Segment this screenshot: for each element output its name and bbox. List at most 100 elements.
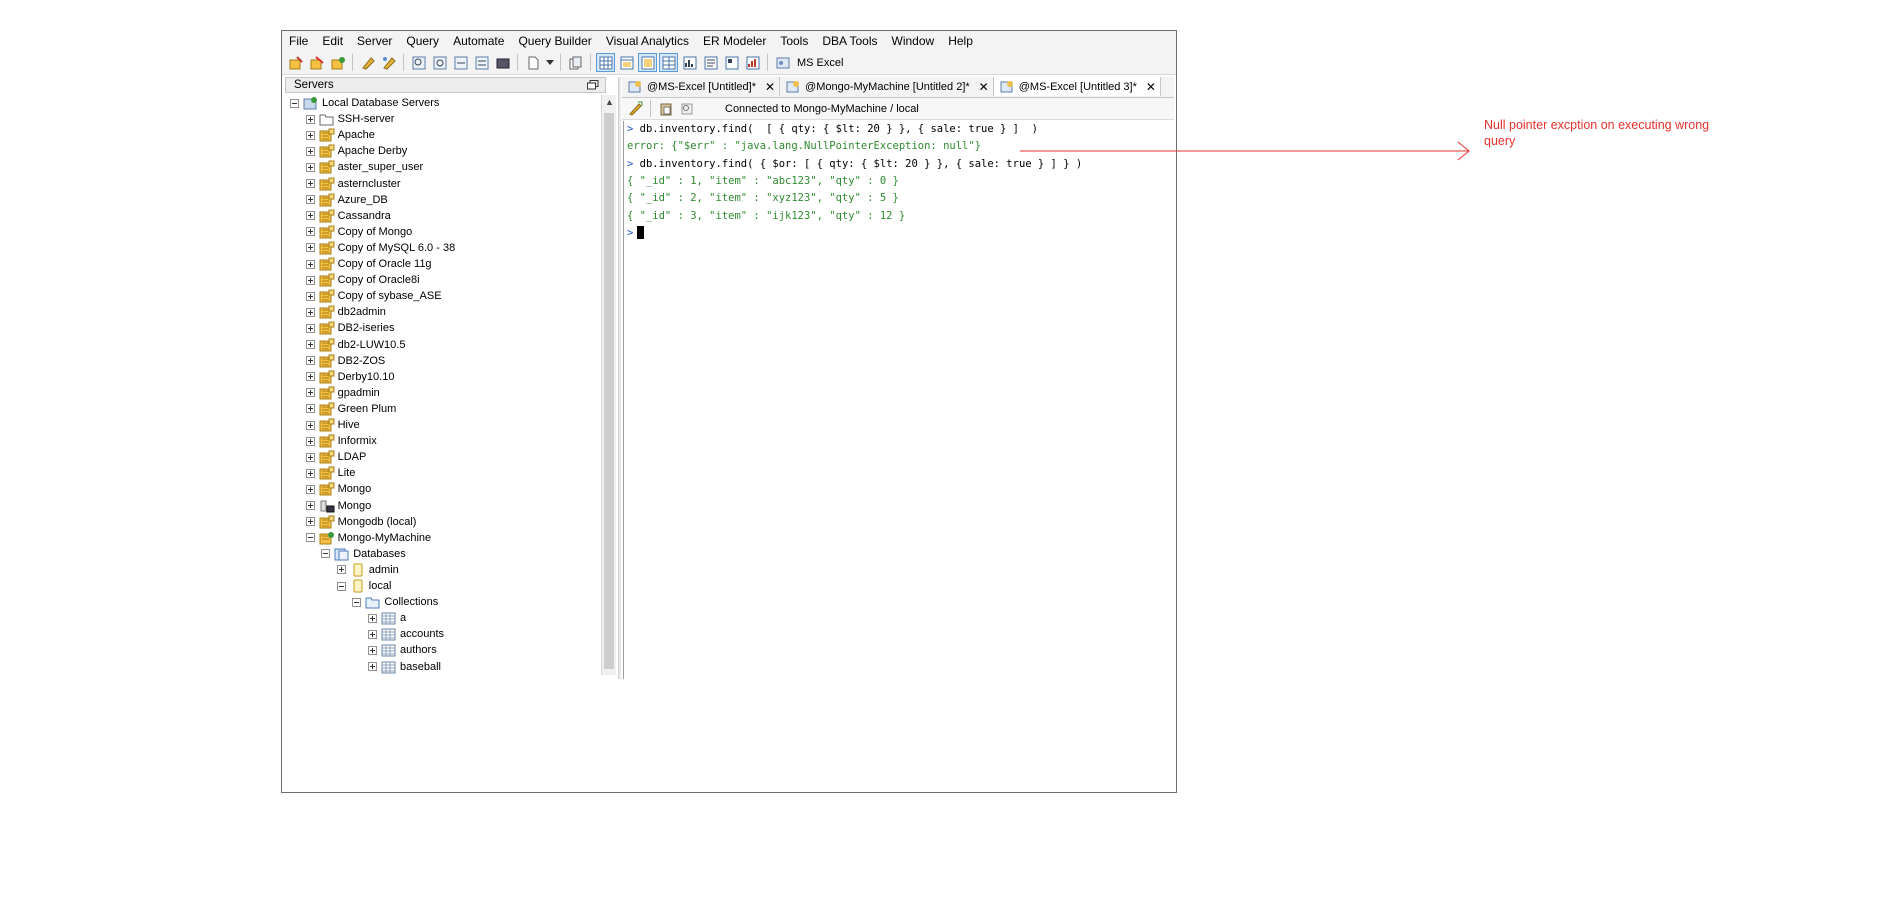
tree-node-label[interactable]: authors	[400, 644, 437, 656]
new-document-icon[interactable]	[524, 54, 541, 71]
form-view-icon[interactable]	[618, 54, 635, 71]
collapse-icon[interactable]	[352, 597, 362, 607]
tree-node-label[interactable]: Apache Derby	[338, 145, 408, 157]
tree-node-label[interactable]: Mongo	[338, 500, 372, 512]
ms-excel-icon[interactable]	[774, 54, 791, 71]
expand-icon[interactable]	[368, 629, 377, 639]
expand-icon[interactable]	[305, 323, 315, 333]
tree-node[interactable]: Informix	[305, 433, 377, 449]
find-icon[interactable]	[678, 100, 695, 117]
menu-visual-analytics[interactable]: Visual Analytics	[599, 31, 696, 51]
tree-node[interactable]: Cassandra	[305, 208, 391, 224]
tree-node[interactable]: Databases	[321, 546, 406, 562]
tree-node[interactable]: a	[368, 610, 406, 626]
tree-node[interactable]: Lite	[305, 465, 355, 481]
expand-icon[interactable]	[368, 662, 377, 671]
menu-edit[interactable]: Edit	[315, 31, 350, 51]
tree-node-label[interactable]: Azure_DB	[338, 194, 388, 206]
expand-icon[interactable]	[305, 162, 315, 172]
expand-icon[interactable]	[305, 484, 315, 494]
expand-icon[interactable]	[305, 404, 315, 414]
dropdown-arrow-icon[interactable]	[545, 54, 554, 71]
edit-server-icon[interactable]	[359, 54, 376, 71]
tree-node-label[interactable]: LDAP	[338, 451, 367, 463]
expand-icon[interactable]	[305, 146, 315, 156]
expand-icon[interactable]	[368, 645, 377, 655]
tree-node[interactable]: Copy of MySQL 6.0 - 38	[305, 240, 456, 256]
scroll-up-icon[interactable]: ▲	[605, 97, 614, 107]
expand-icon[interactable]	[305, 114, 315, 124]
menu-automate[interactable]: Automate	[446, 31, 511, 51]
menu-window[interactable]: Window	[885, 31, 942, 51]
scrollbar-thumb[interactable]	[604, 113, 614, 669]
expand-icon[interactable]	[305, 259, 315, 269]
tree-node[interactable]: DB2-iseries	[305, 320, 394, 336]
collapse-icon[interactable]	[321, 549, 331, 559]
editor-tab[interactable]: @MS-Excel [Untitled 3]* ✕	[993, 77, 1161, 96]
report-view-icon[interactable]	[744, 54, 761, 71]
tree-node-label[interactable]: local	[369, 580, 392, 592]
query-analyzer-icon[interactable]	[410, 54, 427, 71]
tree-node-label[interactable]: Copy of MySQL 6.0 - 38	[338, 242, 456, 254]
tree-node-label[interactable]: Apache	[338, 129, 375, 141]
close-tab-icon[interactable]: ✕	[1146, 81, 1156, 93]
editor-tab[interactable]: @Mongo-MyMachine [Untitled 2]* ✕	[780, 77, 994, 96]
tree-node-label[interactable]: Copy of Oracle8i	[338, 274, 420, 286]
expand-icon[interactable]	[305, 356, 315, 366]
collapse-icon[interactable]	[336, 581, 346, 591]
menu-dba-tools[interactable]: DBA Tools	[815, 31, 884, 51]
tree-node-label[interactable]: Local Database Servers	[322, 97, 439, 109]
tree-node-label[interactable]: Mongo-MyMachine	[338, 532, 432, 544]
query-builder-icon[interactable]	[431, 54, 448, 71]
tree-view-icon[interactable]	[638, 53, 657, 72]
tree-node[interactable]: Derby10.10	[305, 369, 394, 385]
menu-er-modeler[interactable]: ER Modeler	[696, 31, 773, 51]
tree-node-label[interactable]: Copy of sybase_ASE	[338, 290, 442, 302]
tree-node-label[interactable]: a	[400, 612, 406, 624]
refresh-server-icon[interactable]	[329, 54, 346, 71]
tree-node[interactable]: accounts	[368, 626, 444, 642]
tree-node-label[interactable]: DB2-ZOS	[338, 355, 386, 367]
tree-node[interactable]: aster_super_user	[305, 159, 423, 175]
tree-node[interactable]: Azure_DB	[305, 192, 388, 208]
menu-help[interactable]: Help	[941, 31, 980, 51]
tree-node[interactable]: local	[336, 578, 392, 594]
expand-icon[interactable]	[305, 501, 315, 510]
tree-node-label[interactable]: accounts	[400, 628, 444, 640]
expand-icon[interactable]	[305, 227, 315, 237]
menu-query-builder[interactable]: Query Builder	[511, 31, 598, 51]
tree-node[interactable]: Mongo	[305, 481, 372, 497]
restore-panel-icon[interactable]	[587, 80, 599, 90]
close-tab-icon[interactable]: ✕	[979, 81, 989, 93]
tree-node[interactable]: Local Database Servers	[290, 95, 439, 111]
expand-icon[interactable]	[305, 372, 315, 382]
menu-file[interactable]: File	[282, 31, 315, 51]
tree-node[interactable]: admin	[336, 562, 399, 578]
tree-node-label[interactable]: Cassandra	[338, 210, 391, 222]
expand-icon[interactable]	[305, 179, 315, 188]
tree-node[interactable]: Copy of sybase_ASE	[305, 288, 442, 304]
expand-icon[interactable]	[305, 211, 315, 221]
expand-icon[interactable]	[305, 436, 315, 446]
tree-node[interactable]: SSH-server	[305, 111, 394, 127]
tree-node[interactable]: Copy of Oracle 11g	[305, 256, 432, 272]
tree-node-label[interactable]: Copy of Oracle 11g	[338, 258, 432, 270]
tree-node[interactable]: Mongodb (local)	[305, 514, 416, 530]
expand-icon[interactable]	[305, 307, 315, 317]
tree-node[interactable]: LDAP	[305, 449, 367, 465]
tree-node[interactable]: Apache Derby	[305, 143, 408, 159]
expand-icon[interactable]	[368, 613, 377, 623]
execute-icon[interactable]	[627, 100, 644, 117]
data-compare-icon[interactable]	[473, 54, 490, 71]
tree-node-label[interactable]: Mongo	[338, 483, 372, 495]
execute-script-icon[interactable]	[494, 54, 511, 71]
tree-node-label[interactable]: db2-LUW10.5	[338, 339, 406, 351]
tree-scrollbar[interactable]: ▲	[601, 95, 616, 675]
tree-node[interactable]: gpadmin	[305, 385, 380, 401]
tree-node-label[interactable]: admin	[369, 564, 399, 576]
tree-node-label[interactable]: db2admin	[338, 306, 386, 318]
expand-icon[interactable]	[305, 275, 315, 285]
tree-node-label[interactable]: Informix	[338, 435, 377, 447]
ms-excel-label[interactable]: MS Excel	[797, 57, 843, 69]
tree-node[interactable]: DB2-ZOS	[305, 353, 386, 369]
